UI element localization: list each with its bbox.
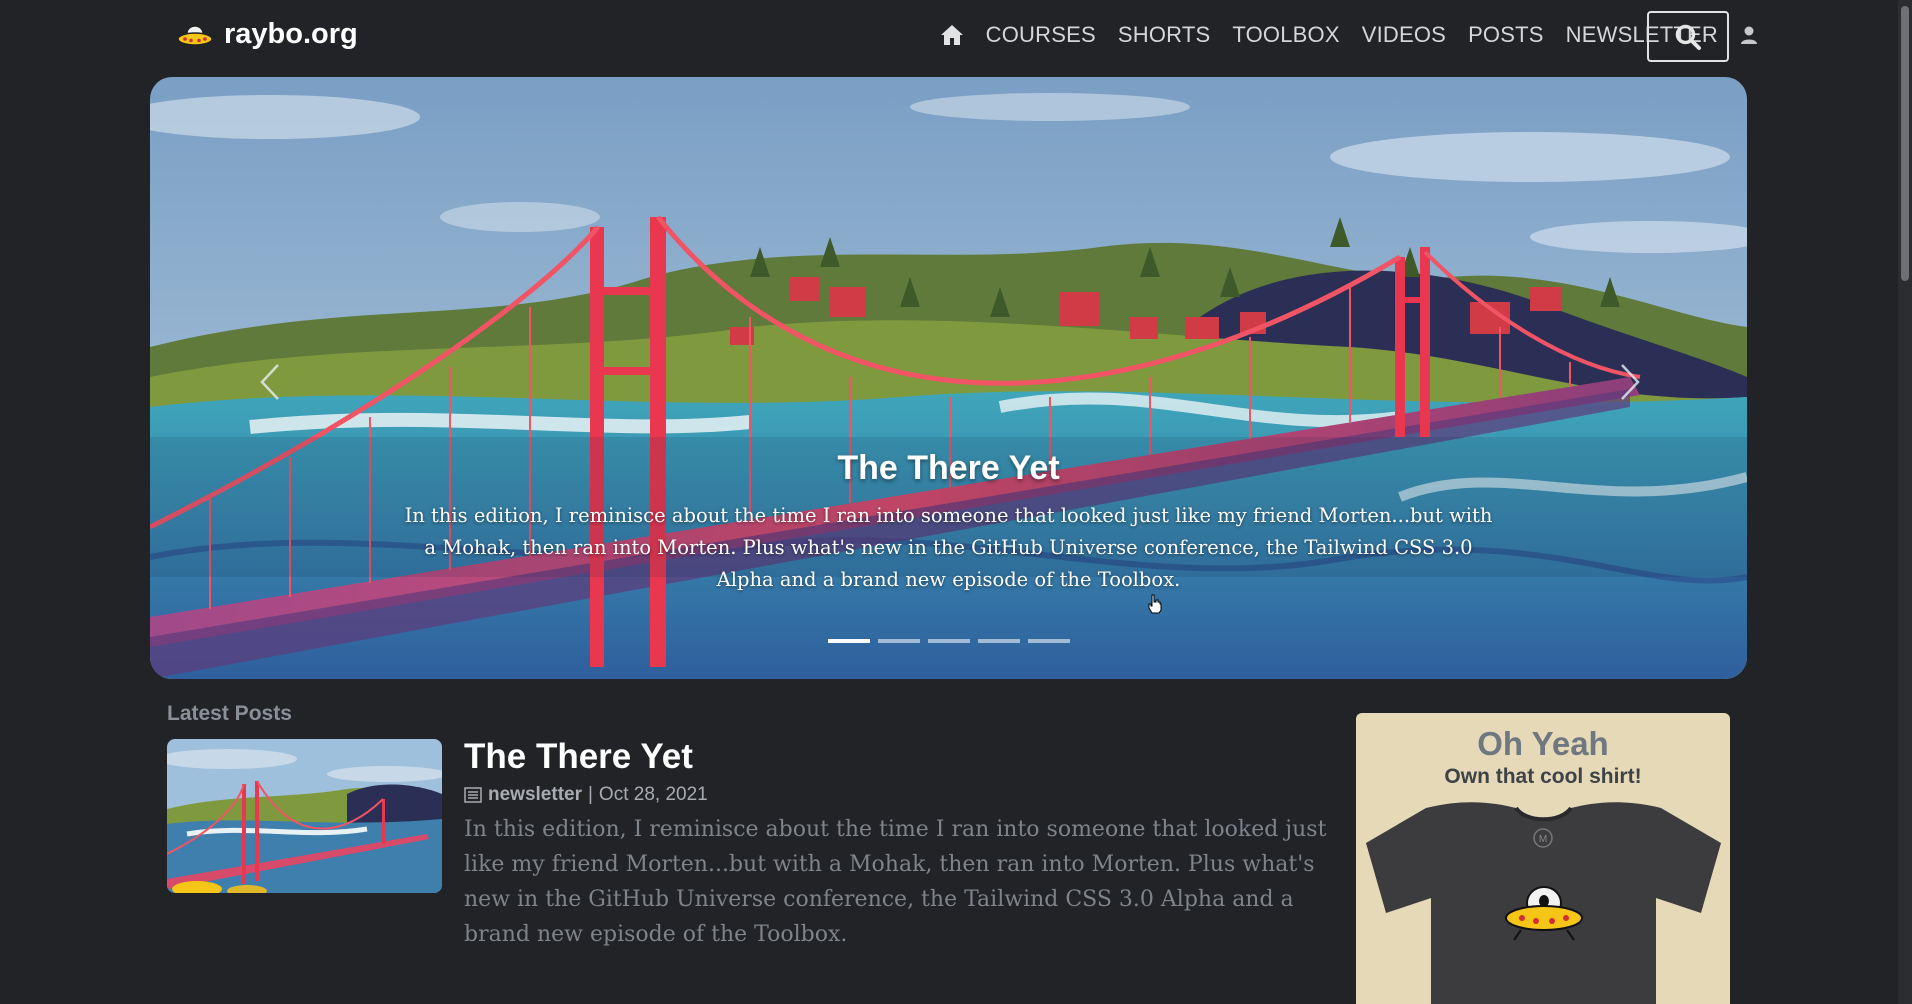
promo-subtitle: Own that cool shirt! (1444, 765, 1642, 788)
carousel-title[interactable]: The There Yet (150, 449, 1747, 488)
carousel-next-button[interactable] (1610, 357, 1650, 407)
carousel-indicator[interactable] (877, 639, 920, 643)
carousel-caption: The There Yet In this edition, I reminis… (150, 449, 1747, 596)
post-thumbnail[interactable] (167, 739, 442, 893)
search-button[interactable] (1647, 11, 1729, 62)
carousel-indicators (150, 639, 1747, 643)
search-icon (1675, 24, 1701, 50)
scrollbar-thumb[interactable] (1901, 6, 1909, 281)
newspaper-icon (464, 787, 482, 803)
carousel-prev-button[interactable] (250, 357, 290, 407)
ufo-logo-icon (177, 24, 213, 46)
svg-text:M: M (1539, 834, 1547, 845)
nav-videos[interactable]: VIDEOS (1362, 22, 1446, 48)
carousel-indicator[interactable] (827, 639, 870, 643)
meta-separator: | (587, 784, 593, 805)
nav-shorts[interactable]: SHORTS (1118, 22, 1210, 48)
site-header: raybo.org COURSES SHORTS TOOLBOX VIDEOS … (0, 0, 1898, 76)
carousel-description: In this edition, I reminisce about the t… (404, 504, 1493, 591)
post-thumbnail-image (167, 739, 442, 893)
carousel-indicator[interactable] (927, 639, 970, 643)
nav-courses[interactable]: COURSES (986, 22, 1096, 48)
carousel-indicator[interactable] (1027, 639, 1070, 643)
shirt-promo[interactable]: Oh Yeah Own that cool shirt! M (1356, 713, 1730, 1004)
post-excerpt: In this edition, I reminisce about the t… (464, 817, 1327, 947)
main-nav: COURSES SHORTS TOOLBOX VIDEOS POSTS NEWS… (940, 22, 1758, 48)
nav-toolbox[interactable]: TOOLBOX (1232, 22, 1339, 48)
page: raybo.org COURSES SHORTS TOOLBOX VIDEOS … (0, 0, 1898, 1004)
logo-text: raybo.org (224, 18, 358, 50)
latest-posts-heading: Latest Posts (167, 702, 292, 725)
chevron-right-icon (1621, 364, 1640, 400)
chevron-left-icon (260, 364, 279, 400)
nav-posts[interactable]: POSTS (1468, 22, 1544, 48)
user-icon[interactable] (1740, 25, 1758, 45)
post-category[interactable]: newsletter (488, 784, 582, 806)
post-meta: newsletter | Oct 28, 2021 (464, 784, 708, 806)
hero-carousel[interactable]: The There Yet In this edition, I reminis… (150, 77, 1747, 679)
tshirt-image: M (1366, 802, 1721, 1004)
home-icon[interactable] (940, 24, 964, 46)
promo-title: Oh Yeah (1477, 725, 1609, 762)
vertical-scrollbar[interactable] (1898, 0, 1912, 1004)
carousel-indicator[interactable] (977, 639, 1020, 643)
hand-cursor-icon (1148, 594, 1162, 614)
post-date: Oct 28, 2021 (598, 784, 708, 805)
site-logo[interactable]: raybo.org (176, 18, 358, 51)
post-title[interactable]: The There Yet (464, 737, 693, 777)
